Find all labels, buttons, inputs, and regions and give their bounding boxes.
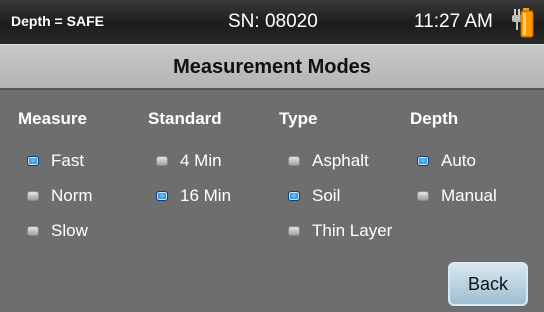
option-label: Auto — [441, 151, 476, 170]
standard-option-4-min[interactable]: 4 Min — [156, 150, 222, 172]
page-title: Measurement Modes — [173, 56, 371, 78]
standard-option-16-min[interactable]: 16 Min — [156, 185, 231, 207]
option-label: Asphalt — [312, 151, 369, 170]
measure-option-slow[interactable]: Slow — [27, 220, 88, 242]
measure-header: Measure — [18, 109, 87, 128]
option-label: 4 Min — [180, 151, 222, 170]
measure-option-fast[interactable]: Fast — [27, 150, 84, 172]
title-bar: Measurement Modes — [0, 44, 544, 90]
radio-unselected-icon — [156, 156, 168, 166]
radio-unselected-icon — [288, 156, 300, 166]
radio-selected-icon — [288, 191, 300, 201]
type-option-soil[interactable]: Soil — [288, 185, 340, 207]
radio-selected-icon — [27, 156, 39, 166]
option-label: Fast — [51, 151, 85, 170]
standard-header: Standard — [148, 109, 222, 128]
option-label: Soil — [312, 186, 341, 205]
radio-selected-icon — [417, 156, 429, 166]
option-label: Norm — [51, 186, 93, 205]
option-label: Manual — [441, 186, 497, 205]
measure-option-norm[interactable]: Norm — [27, 185, 93, 207]
radio-unselected-icon — [27, 191, 39, 201]
depth-option-auto[interactable]: Auto — [417, 150, 476, 172]
type-header: Type — [279, 109, 318, 128]
option-label: Thin Layer — [312, 221, 393, 240]
battery-plug-icon — [511, 5, 535, 39]
back-button[interactable]: Back — [448, 262, 528, 306]
option-label: Slow — [51, 221, 88, 240]
radio-unselected-icon — [417, 191, 429, 201]
option-label: 16 Min — [180, 186, 232, 205]
radio-unselected-icon — [27, 226, 39, 236]
clock: 11:27 AM — [414, 11, 493, 32]
depth-option-manual[interactable]: Manual — [417, 185, 497, 207]
radio-selected-icon — [156, 191, 168, 201]
type-option-thin-layer[interactable]: Thin Layer — [288, 220, 392, 242]
status-bar: Depth = SAFE SN: 08020 11:27 AM — [0, 0, 544, 44]
type-option-asphalt[interactable]: Asphalt — [288, 150, 369, 172]
depth-header: Depth — [410, 109, 459, 128]
radio-unselected-icon — [288, 226, 300, 236]
depth-status: Depth = SAFE — [11, 13, 104, 29]
serial-number: SN: 08020 — [228, 11, 318, 32]
